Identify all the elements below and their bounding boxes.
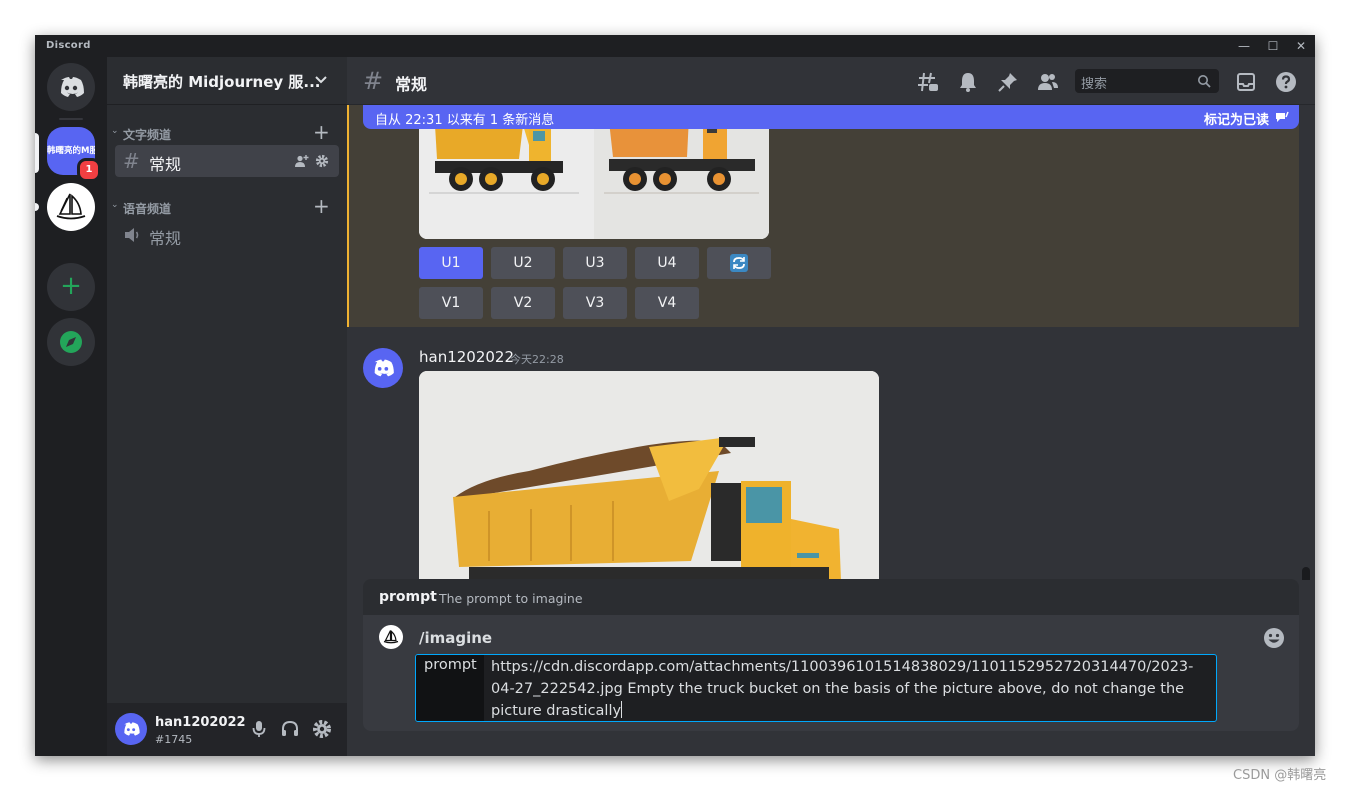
voice-channel-general[interactable]: 常规: [115, 219, 339, 251]
variation-3-button[interactable]: V3: [563, 287, 627, 319]
upscale-2-button[interactable]: U2: [491, 247, 555, 279]
midjourney-boat-icon: [383, 630, 399, 644]
variation-4-button[interactable]: V4: [635, 287, 699, 319]
reroll-button[interactable]: [707, 247, 771, 279]
upscale-4-button[interactable]: U4: [635, 247, 699, 279]
speaker-icon: [125, 228, 139, 242]
hash-icon: #: [123, 149, 140, 173]
message-timestamp: 今天22:28: [510, 353, 564, 366]
bot-avatar: [379, 625, 403, 649]
create-voice-channel-button[interactable]: +: [313, 194, 330, 218]
new-messages-text: 自从 22:31 以来有 1 条新消息: [375, 113, 555, 128]
server-rail: 韩曙亮的M服务 1 +: [35, 57, 107, 756]
title-bar: Discord — ☐ ✕: [35, 35, 1315, 57]
user-panel: han1202022 #1745: [107, 703, 347, 756]
option-name-tag: prompt: [416, 655, 484, 721]
scrollbar-thumb[interactable]: [1302, 567, 1310, 580]
selected-server-indicator: [35, 133, 39, 173]
gear-icon[interactable]: [315, 154, 329, 168]
category-label: 文字频道: [123, 128, 172, 142]
channel-general[interactable]: # 常规: [115, 145, 339, 177]
bell-icon[interactable]: [957, 71, 979, 93]
search-icon: [1198, 75, 1211, 88]
search-placeholder: 搜索: [1081, 77, 1108, 92]
explore-servers-button[interactable]: [47, 318, 95, 366]
discord-logo-icon: [124, 722, 140, 736]
refresh-icon: [730, 254, 748, 272]
variation-2-button[interactable]: V2: [491, 287, 555, 319]
maximize-button[interactable]: ☐: [1260, 37, 1286, 55]
server-midjourney[interactable]: [47, 183, 95, 231]
create-channel-button[interactable]: +: [313, 120, 330, 144]
mark-read-icon: [1276, 111, 1289, 122]
highlighted-message: U1 U2 U3 U4 V1 V2 V3 V4: [347, 105, 1299, 327]
new-messages-bar[interactable]: 自从 22:31 以来有 1 条新消息 标记为已读: [363, 105, 1299, 129]
slash-command-composer: prompt The prompt to imagine /imagine pr…: [363, 579, 1299, 731]
minimize-button[interactable]: —: [1231, 37, 1257, 55]
category-label: 语音频道: [123, 202, 172, 216]
username: han1202022: [155, 715, 246, 730]
upscale-3-button[interactable]: U3: [563, 247, 627, 279]
chevron-down-icon: [315, 76, 327, 84]
headphones-icon[interactable]: [280, 719, 300, 739]
chevron-down-icon: ⌄: [111, 200, 119, 210]
option-hint-name: prompt: [379, 589, 437, 605]
gear-icon[interactable]: [312, 719, 332, 739]
channel-sidebar: 韩曙亮的 Midjourney 服... ⌄ 文字频道 + # 常规 ⌄ 语音频…: [107, 57, 347, 756]
channel-title: 常规: [395, 75, 428, 94]
inbox-icon[interactable]: [1235, 71, 1257, 93]
command-name: /imagine: [419, 629, 493, 647]
close-button[interactable]: ✕: [1288, 37, 1314, 55]
help-icon[interactable]: [1275, 71, 1297, 93]
rail-separator: [59, 118, 83, 120]
prompt-value: https://cdn.discordapp.com/attachments/1…: [491, 659, 1194, 719]
add-server-button[interactable]: +: [47, 263, 95, 311]
hash-icon: #: [363, 67, 384, 95]
compass-icon: [60, 331, 82, 353]
home-button[interactable]: [47, 63, 95, 111]
avatar[interactable]: [363, 348, 403, 388]
discord-window: Discord — ☐ ✕ 韩曙亮的M服务 1 +: [35, 35, 1315, 756]
message-author[interactable]: han1202022: [419, 348, 514, 366]
invite-icon[interactable]: [295, 154, 309, 168]
server-header[interactable]: 韩曙亮的 Midjourney 服...: [107, 57, 347, 105]
uploaded-image[interactable]: [419, 371, 879, 580]
command-option-hint: prompt The prompt to imagine: [363, 579, 1299, 615]
prompt-option-input[interactable]: prompt https://cdn.discordapp.com/attach…: [415, 654, 1217, 722]
microphone-icon[interactable]: [249, 719, 269, 739]
avatar[interactable]: [115, 713, 147, 745]
text-channels-category[interactable]: ⌄ 文字频道 +: [111, 120, 341, 144]
discord-logo-icon: [61, 77, 84, 97]
threads-icon[interactable]: [917, 71, 939, 93]
unread-indicator: [35, 203, 39, 211]
mark-as-read-button[interactable]: 标记为已读: [1204, 109, 1269, 128]
option-name: prompt: [424, 657, 477, 673]
chevron-down-icon: ⌄: [111, 126, 119, 136]
voice-channels-category[interactable]: ⌄ 语音频道 +: [111, 194, 341, 218]
upscale-1-button[interactable]: U1: [419, 247, 483, 279]
dump-truck-photo: [419, 371, 879, 580]
emoji-picker-icon[interactable]: [1263, 627, 1285, 649]
midjourney-boat-icon: [56, 193, 86, 220]
watermark: CSDN @韩曙亮: [1233, 768, 1327, 783]
user-tag: #1745: [155, 733, 193, 746]
channel-header: # 常规 搜索: [347, 57, 1315, 105]
notification-badge: 1: [77, 158, 101, 182]
prompt-text[interactable]: https://cdn.discordapp.com/attachments/1…: [491, 656, 1194, 721]
message-list: U1 U2 U3 U4 V1 V2 V3 V4 自从 22:31 以来有 1 条…: [347, 105, 1315, 580]
option-hint-description: The prompt to imagine: [439, 591, 583, 606]
search-input[interactable]: 搜索: [1075, 69, 1219, 93]
chat-area: # 常规 搜索 U1 U2 U3 U4 V1 V2 V3 V4 自从 22:31…: [347, 57, 1315, 756]
text-cursor: [621, 701, 623, 718]
discord-logo-icon: [374, 359, 394, 377]
channel-name: 常规: [149, 229, 182, 248]
members-icon[interactable]: [1037, 71, 1059, 93]
variation-1-button[interactable]: V1: [419, 287, 483, 319]
channel-name: 常规: [149, 155, 182, 174]
server-name: 韩曙亮的 Midjourney 服...: [123, 73, 321, 91]
app-title: Discord: [46, 40, 91, 51]
pin-icon[interactable]: [997, 71, 1019, 93]
